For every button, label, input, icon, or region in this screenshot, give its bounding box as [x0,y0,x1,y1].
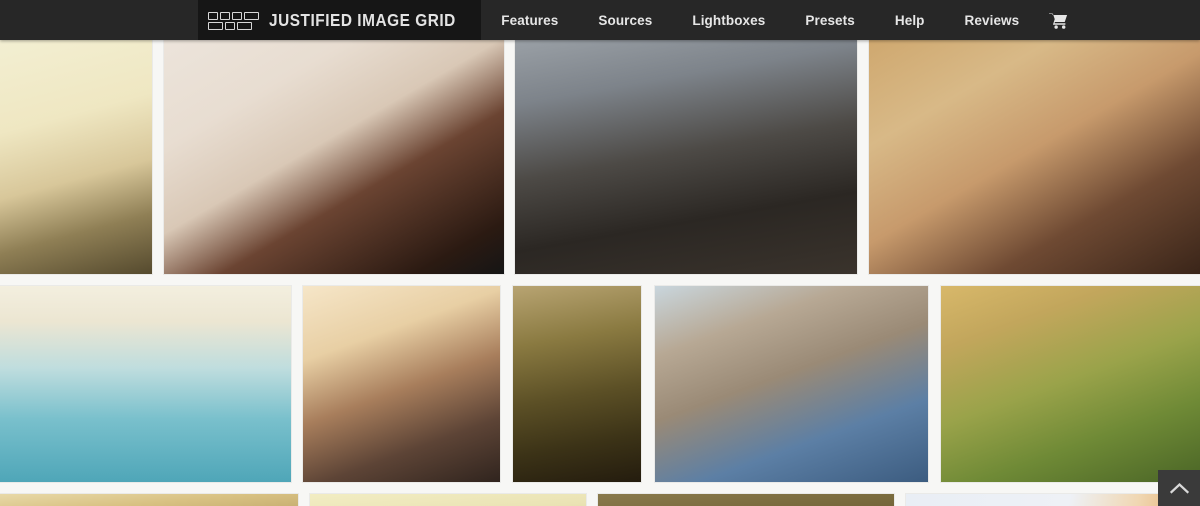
grid-row [0,40,1200,274]
gallery-image [310,494,586,506]
gallery-image-tile[interactable] [164,40,504,274]
navbar-menu: Features Sources Lightboxes Presets Help… [481,0,1084,40]
gallery-image [513,286,641,482]
gallery-image-tile[interactable] [513,286,641,482]
navbar-left-spacer [0,0,198,40]
brand-logo-link[interactable]: JUSTIFIED IMAGE GRID [198,0,481,40]
gallery-image-tile[interactable] [0,40,152,274]
nav-item-presets[interactable]: Presets [785,0,875,40]
gallery-image-tile[interactable] [310,494,586,506]
nav-item-help[interactable]: Help [875,0,945,40]
nav-item-reviews[interactable]: Reviews [945,0,1040,40]
brand-title: JUSTIFIED IMAGE GRID [269,10,456,31]
nav-item-lightboxes[interactable]: Lightboxes [672,0,785,40]
gallery-image-tile[interactable] [0,494,298,506]
nav-item-features[interactable]: Features [481,0,578,40]
chevron-up-icon [1170,482,1189,494]
gallery-image-tile[interactable] [598,494,894,506]
gallery-image [303,286,500,482]
gallery-image [515,40,857,274]
gallery-image [941,286,1200,482]
gallery-image-tile[interactable] [655,286,928,482]
gallery-image [164,40,504,274]
gallery-image-tile[interactable] [906,494,1200,506]
gallery-image-tile[interactable] [941,286,1200,482]
gallery-image-tile[interactable] [869,40,1200,274]
gallery-image [0,40,152,274]
grid-logo-icon [208,10,260,31]
gallery-image [869,40,1200,274]
gallery-image [0,286,291,482]
gallery-image [598,494,894,506]
justified-image-grid [0,40,1200,506]
top-navigation-bar: JUSTIFIED IMAGE GRID Features Sources Li… [0,0,1200,40]
gallery-image-tile[interactable] [515,40,857,274]
gallery-image-tile[interactable] [303,286,500,482]
grid-row [0,286,1200,482]
gallery-image-tile[interactable] [0,286,291,482]
shopping-cart-icon[interactable] [1039,0,1084,40]
gallery-image [655,286,928,482]
nav-item-sources[interactable]: Sources [578,0,672,40]
grid-row [0,494,1200,506]
scroll-to-top-button[interactable] [1158,470,1200,506]
gallery-image [906,494,1200,506]
gallery-image [0,494,298,506]
